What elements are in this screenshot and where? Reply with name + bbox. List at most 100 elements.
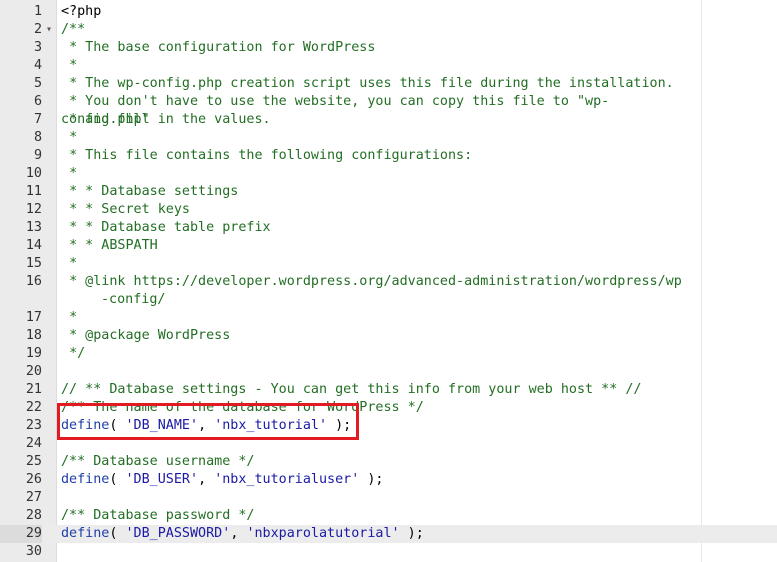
line-number: 2	[33, 22, 42, 37]
code-token: * and fill in the values.	[61, 112, 271, 127]
code-token: 'DB_USER'	[125, 472, 199, 487]
code-text[interactable]: *	[61, 255, 691, 273]
line-number: 22	[25, 400, 42, 415]
code-line[interactable]: 6 * You don't have to use the website, y…	[0, 93, 777, 127]
code-line[interactable]: 21 // ** Database settings - You can get …	[0, 381, 777, 399]
code-line[interactable]: 19 */	[0, 345, 777, 363]
code-line[interactable]: 18 * @package WordPress	[0, 327, 777, 345]
code-text[interactable]: /** Database password */	[61, 507, 691, 525]
code-text[interactable]: /** The name of the database for WordPre…	[61, 399, 691, 417]
code-token: /** Database password */	[61, 508, 255, 523]
line-number: 3	[33, 40, 42, 55]
code-text[interactable]: /** Database username */	[61, 453, 691, 471]
code-line[interactable]: 17 *	[0, 309, 777, 327]
code-line[interactable]: 23 define( 'DB_NAME', 'nbx_tutorial' );	[0, 417, 777, 435]
code-text[interactable]: *	[61, 309, 691, 327]
code-text[interactable]: <?php	[61, 3, 691, 21]
code-token: /**	[61, 22, 86, 37]
code-line[interactable]: 1 <?php	[0, 3, 777, 21]
line-number: 18	[25, 328, 42, 343]
code-token: define	[61, 418, 110, 433]
code-token: * * ABSPATH	[61, 238, 158, 253]
code-line[interactable]: 24	[0, 435, 777, 453]
code-token: *	[61, 58, 78, 73]
code-token: define	[61, 472, 110, 487]
line-number: 11	[25, 184, 42, 199]
code-line[interactable]: 16 * @link https://developer.wordpress.o…	[0, 273, 777, 309]
code-text[interactable]: * @link https://developer.wordpress.org/…	[61, 273, 691, 309]
line-number: 24	[25, 436, 42, 451]
code-line[interactable]: 2 ▾ /**	[0, 21, 777, 39]
code-token: (	[109, 418, 126, 433]
code-line[interactable]: 13 * * Database table prefix	[0, 219, 777, 237]
code-token: * The wp-config.php creation script uses…	[61, 76, 674, 91]
code-token: *	[61, 166, 78, 181]
code-text[interactable]: * and fill in the values.	[61, 111, 691, 129]
code-text[interactable]: *	[61, 165, 691, 183]
code-text[interactable]: * * Database table prefix	[61, 219, 691, 237]
code-line[interactable]: 11 * * Database settings	[0, 183, 777, 201]
code-text[interactable]: * The wp-config.php creation script uses…	[61, 75, 691, 93]
code-token: *	[61, 130, 78, 145]
code-text[interactable]: /**	[61, 21, 691, 39]
code-token: *	[61, 310, 78, 325]
code-text[interactable]: * This file contains the following confi…	[61, 147, 691, 165]
code-line[interactable]: 9 * This file contains the following con…	[0, 147, 777, 165]
code-line[interactable]: 25 /** Database username */	[0, 453, 777, 471]
code-token: *	[61, 256, 78, 271]
line-number: 8	[33, 130, 42, 145]
line-number: 12	[25, 202, 42, 217]
code-line[interactable]: 28 /** Database password */	[0, 507, 777, 525]
code-line[interactable]: 4 *	[0, 57, 777, 75]
code-line[interactable]: 15 *	[0, 255, 777, 273]
code-lines[interactable]: 1 <?php 2 ▾ /** 3 * The base configuration fo…	[0, 3, 777, 561]
code-token: <?php	[61, 4, 102, 19]
code-text[interactable]: * * Database settings	[61, 183, 691, 201]
code-text[interactable]: * * ABSPATH	[61, 237, 691, 255]
line-number: 21	[25, 382, 42, 397]
code-text[interactable]: * The base configuration for WordPress	[61, 39, 691, 57]
code-token: // ** Database settings - You can get th…	[61, 382, 642, 397]
code-line[interactable]: 3 * The base configuration for WordPress	[0, 39, 777, 57]
code-text[interactable]: * * Secret keys	[61, 201, 691, 219]
line-number: 15	[25, 256, 42, 271]
line-number: 26	[25, 472, 42, 487]
code-line[interactable]: 22 /** The name of the database for WordP…	[0, 399, 777, 417]
code-token: 'nbx_tutorial'	[214, 418, 328, 433]
code-editor[interactable]: 1 <?php 2 ▾ /** 3 * The base configuration fo…	[0, 0, 777, 562]
code-line[interactable]: 8 *	[0, 129, 777, 147]
line-number: 30	[25, 544, 42, 559]
code-text[interactable]: define( 'DB_USER', 'nbx_tutorialuser' );	[61, 471, 691, 489]
code-text[interactable]: */	[61, 345, 691, 363]
code-text[interactable]: // ** Database settings - You can get th…	[61, 381, 691, 399]
code-text[interactable]: * @package WordPress	[61, 327, 691, 345]
code-line[interactable]: 30	[0, 543, 777, 561]
code-token: 'DB_NAME'	[125, 418, 199, 433]
line-number: 9	[33, 148, 42, 163]
line-number: 6	[33, 94, 42, 109]
code-token: 'DB_PASSWORD'	[125, 526, 231, 541]
code-token: );	[399, 526, 424, 541]
code-line[interactable]: 7 * and fill in the values.	[0, 111, 777, 129]
code-line[interactable]: 27	[0, 489, 777, 507]
code-line[interactable]: 26 define( 'DB_USER', 'nbx_tutorialuser' …	[0, 471, 777, 489]
code-line[interactable]: 20	[0, 363, 777, 381]
code-line[interactable]: 29 define( 'DB_PASSWORD', 'nbxparolatutor…	[0, 525, 777, 543]
line-number: 4	[33, 58, 42, 73]
code-line[interactable]: 5 * The wp-config.php creation script us…	[0, 75, 777, 93]
code-token: * * Secret keys	[61, 202, 190, 217]
code-line[interactable]: 12 * * Secret keys	[0, 201, 777, 219]
code-token: /** Database username */	[61, 454, 255, 469]
fold-toggle-icon[interactable]: ▾	[44, 21, 54, 39]
code-text[interactable]: define( 'DB_NAME', 'nbx_tutorial' );	[61, 417, 691, 435]
code-text[interactable]: *	[61, 129, 691, 147]
code-token: * The base configuration for WordPress	[61, 40, 376, 55]
code-text[interactable]: *	[61, 57, 691, 75]
code-token: ,	[198, 418, 215, 433]
code-line[interactable]: 10 *	[0, 165, 777, 183]
code-line[interactable]: 14 * * ABSPATH	[0, 237, 777, 255]
code-token: 'nbxparolatutorial'	[246, 526, 400, 541]
code-text[interactable]: define( 'DB_PASSWORD', 'nbxparolatutoria…	[61, 525, 691, 543]
code-token: */	[61, 346, 86, 361]
code-token: ,	[230, 526, 247, 541]
